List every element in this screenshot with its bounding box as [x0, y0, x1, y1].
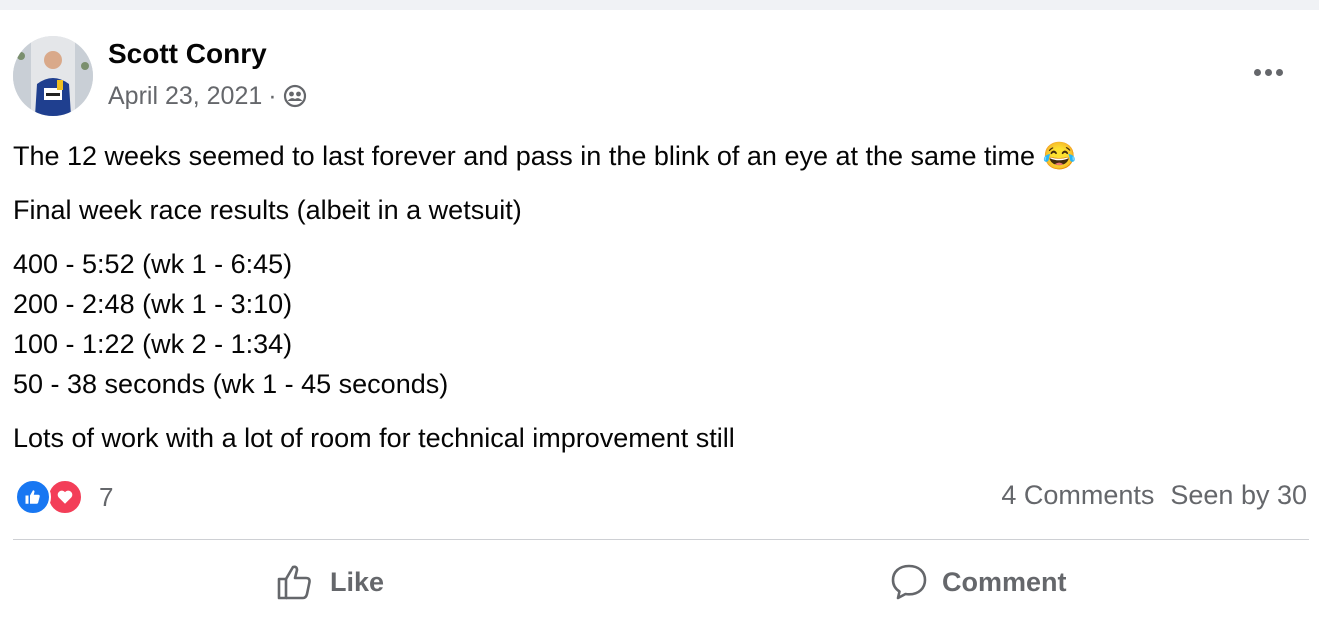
more-options-button[interactable]	[1248, 60, 1288, 84]
post-line: 400 - 5:52 (wk 1 - 6:45)	[13, 249, 293, 279]
dot-icon	[1253, 68, 1261, 76]
post-line: 50 - 38 seconds (wk 1 - 45 seconds)	[13, 369, 449, 399]
like-label: Like	[330, 566, 385, 597]
post-line: Final week race results (albeit in a wet…	[13, 195, 522, 225]
comment-icon	[891, 564, 927, 600]
profile-photo	[13, 36, 93, 116]
avatar[interactable]	[13, 36, 93, 116]
post-card: Scott Conry April 23, 2021 · The 12 week…	[0, 10, 1319, 621]
meta-separator: ·	[268, 81, 277, 110]
dot-icon	[1275, 68, 1283, 76]
comment-label: Comment	[942, 566, 1067, 597]
post-meta: April 23, 2021 ·	[108, 81, 307, 111]
comments-count[interactable]: 4 Comments	[1001, 480, 1154, 511]
friends-icon[interactable]	[283, 84, 307, 108]
post-line: Lots of work with a lot of room for tech…	[13, 423, 735, 453]
post-date[interactable]: April 23, 2021	[108, 82, 262, 111]
post-body: The 12 weeks seemed to last forever and …	[13, 136, 1303, 458]
love-reaction-icon	[47, 479, 83, 515]
like-button[interactable]: Like	[276, 560, 384, 604]
divider	[13, 539, 1309, 540]
comment-button[interactable]: Comment	[890, 560, 1067, 604]
like-reaction-icon	[15, 479, 51, 515]
author-name[interactable]: Scott Conry	[108, 38, 267, 70]
thumbs-up-icon	[277, 565, 311, 600]
post-line: 200 - 2:48 (wk 1 - 3:10)	[13, 289, 293, 319]
reaction-count: 7	[99, 481, 114, 512]
dot-icon	[1264, 68, 1272, 76]
seen-by[interactable]: Seen by 30	[1170, 480, 1307, 511]
reactions-summary[interactable]: 7	[15, 479, 113, 515]
post-line: The 12 weeks seemed to last forever and …	[13, 141, 1077, 171]
post-line: 100 - 1:22 (wk 2 - 1:34)	[13, 329, 293, 359]
post-stats: 4 Comments Seen by 30	[1001, 480, 1307, 511]
